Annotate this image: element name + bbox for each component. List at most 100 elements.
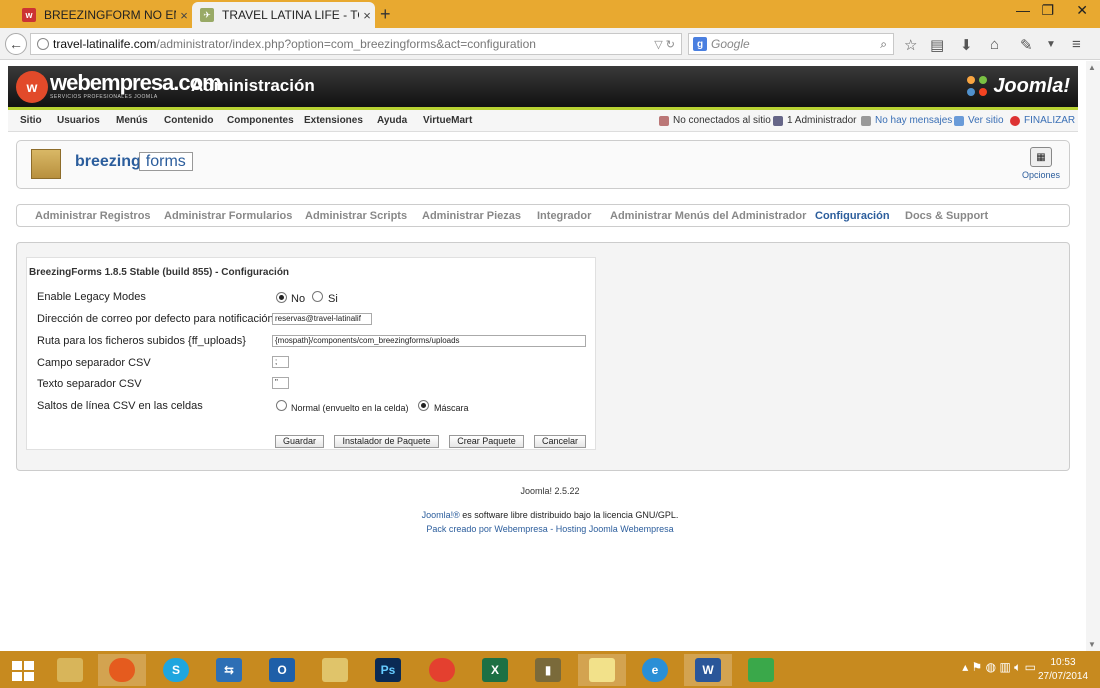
menu-extensiones[interactable]: Extensiones <box>304 115 363 126</box>
uploads-path-field[interactable]: {mospath}/components/com_breezingforms/u… <box>272 335 586 347</box>
taskbar-firefox[interactable] <box>98 654 146 686</box>
scroll-up-icon[interactable]: ▲ <box>1088 63 1096 72</box>
joomla-logo-text: Joomla! <box>993 74 1070 97</box>
menu-sitio[interactable]: Sitio <box>20 115 42 126</box>
config-title: BreezingForms 1.8.5 Stable (build 855) -… <box>29 267 290 278</box>
close-tab-icon[interactable]: × <box>176 8 192 23</box>
close-window-icon[interactable]: ✕ <box>1076 2 1088 19</box>
options-button[interactable]: ▦ Opciones <box>1021 147 1061 180</box>
view-site-link[interactable]: Ver sitio <box>954 115 1004 126</box>
search-bar[interactable]: g Google ⌕ <box>688 33 894 55</box>
clock-date: 27/07/2014 <box>1038 671 1089 682</box>
reload-icon[interactable]: ▽ ↻ <box>654 38 675 51</box>
taskbar-chrome[interactable] <box>418 654 466 686</box>
menu-usuarios[interactable]: Usuarios <box>57 115 100 126</box>
tab-administrar-scripts[interactable]: Administrar Scripts <box>305 210 407 222</box>
csv-newline-label: Saltos de línea CSV en las celdas <box>37 400 203 412</box>
package-installer-button[interactable]: Instalador de Paquete <box>334 435 439 448</box>
menu-virtuemart[interactable]: VirtueMart <box>423 115 472 126</box>
csv-text-separator-label: Texto separador CSV <box>37 378 142 390</box>
uploads-path-label: Ruta para los ficheros subidos {ff_uploa… <box>37 335 246 347</box>
taskbar-photoshop[interactable]: Ps <box>364 654 412 686</box>
tab-administrar-piezas[interactable]: Administrar Piezas <box>422 210 521 222</box>
webempresa-tagline: SERVICIOS PROFESIONALES JOOMLA <box>50 94 158 100</box>
cancel-button[interactable]: Cancelar <box>534 435 586 448</box>
close-tab-icon[interactable]: × <box>359 8 375 23</box>
menu-contenido[interactable]: Contenido <box>164 115 213 126</box>
new-tab-icon[interactable]: + <box>380 4 391 25</box>
email-field[interactable]: reservas@travel-latinalif <box>272 313 372 325</box>
legacy-no-radio[interactable] <box>276 292 287 303</box>
dropdown-icon[interactable]: ▼ <box>1046 39 1056 50</box>
clipboard-icon[interactable]: ▤ <box>930 36 944 54</box>
tab-integrador[interactable]: Integrador <box>537 210 591 222</box>
credit-link[interactable]: Pack creado por Webempresa - Hosting Joo… <box>0 524 1100 534</box>
system-tray-icons[interactable]: ▴ ⚑ ◍ ▥ 🔈︎ ▭ <box>962 660 1036 675</box>
admin-title: Administración <box>191 76 315 95</box>
windows-start-icon[interactable] <box>12 661 34 681</box>
package-box-icon <box>31 149 61 179</box>
back-arrow-icon[interactable]: ← <box>5 33 27 55</box>
taskbar-excel[interactable]: X <box>471 654 519 686</box>
csv-newline-normal-radio[interactable] <box>276 400 287 411</box>
minimize-icon[interactable]: — <box>1016 2 1030 18</box>
taskbar-stats-app[interactable]: ▮ <box>524 654 572 686</box>
status-messages-text: No hay mensajes <box>875 115 953 126</box>
joomla-mark-icon <box>967 76 988 96</box>
home-icon[interactable]: ⌂ <box>990 36 999 53</box>
tab-administrar-registros[interactable]: Administrar Registros <box>35 210 151 222</box>
page-scrollbar[interactable]: ▲ ▼ <box>1086 61 1100 651</box>
taskbar-skype[interactable]: S <box>152 654 200 686</box>
view-site-text: Ver sitio <box>968 115 1004 126</box>
photoshop-icon: Ps <box>375 658 401 682</box>
create-package-button[interactable]: Crear Paquete <box>449 435 524 448</box>
taskbar-ie[interactable]: e <box>631 654 679 686</box>
browser-tab-travel-latina[interactable]: ✈ TRAVEL LATINA LIFE - TO... × <box>192 2 375 28</box>
logout-link[interactable]: FINALIZAR <box>1010 115 1075 126</box>
extension-icon[interactable]: ✎ <box>1020 36 1033 54</box>
csv-newline-mask-radio[interactable] <box>418 400 429 411</box>
browser-tab-breezingform[interactable]: w BREEZINGFORM NO ENVIA... × <box>14 2 192 28</box>
save-button[interactable]: Guardar <box>275 435 324 448</box>
url-bar[interactable]: travel-latinalife.com/administrator/inde… <box>30 33 682 55</box>
taskbar-folder[interactable] <box>578 654 626 686</box>
menu-hamburger-icon[interactable]: ≡ <box>1072 36 1081 53</box>
taskbar-outlook[interactable]: O <box>258 654 306 686</box>
taskbar-teamviewer[interactable]: ⇆ <box>205 654 253 686</box>
status-messages[interactable]: No hay mensajes <box>861 115 952 126</box>
menu-ayuda[interactable]: Ayuda <box>377 115 407 126</box>
firefox-icon <box>109 658 135 682</box>
legacy-modes-label: Enable Legacy Modes <box>37 291 146 303</box>
taskbar-clock[interactable]: 10:53 27/07/2014 <box>1038 656 1088 684</box>
browser-titlebar: w BREEZINGFORM NO ENVIA... × ✈ TRAVEL LA… <box>0 0 1100 28</box>
status-admins: 1 Administrador <box>773 115 856 126</box>
folder-icon <box>57 658 83 682</box>
taskbar-files[interactable] <box>311 654 359 686</box>
tab-administrar-formularios[interactable]: Administrar Formularios <box>164 210 292 222</box>
legacy-si-radio[interactable] <box>312 291 323 302</box>
taskbar-word[interactable]: W <box>684 654 732 686</box>
tab-docs-support[interactable]: Docs & Support <box>905 210 988 222</box>
power-icon <box>1010 115 1020 126</box>
tab-administrar-menus[interactable]: Administrar Menús del Administrador <box>610 210 806 222</box>
maximize-icon[interactable]: ❐ <box>1041 2 1054 19</box>
menu-componentes[interactable]: Componentes <box>227 115 294 126</box>
options-icon: ▦ <box>1030 147 1052 167</box>
bookmark-star-icon[interactable]: ☆ <box>904 36 917 54</box>
csv-newline-mask-label: Máscara <box>434 403 469 413</box>
search-icon[interactable]: ⌕ <box>880 37 887 52</box>
csv-field-separator-input[interactable]: ; <box>272 356 289 368</box>
scroll-down-icon[interactable]: ▼ <box>1088 640 1096 649</box>
menu-menus[interactable]: Menús <box>116 115 148 126</box>
download-icon[interactable]: ⬇ <box>960 36 973 54</box>
csv-text-separator-input[interactable]: " <box>272 377 289 389</box>
taskbar-app-green[interactable] <box>737 654 785 686</box>
tab-configuracion[interactable]: Configuración <box>815 210 890 222</box>
skype-icon: S <box>163 658 189 682</box>
csv-field-separator-label: Campo separador CSV <box>37 357 151 369</box>
yellow-folder-icon <box>589 658 615 682</box>
travel-favicon-icon: ✈ <box>200 8 214 22</box>
joomla-link[interactable]: Joomla!® <box>422 510 460 520</box>
joomla-header: w webempresa.com SERVICIOS PROFESIONALES… <box>8 66 1078 110</box>
taskbar-explorer[interactable] <box>46 654 94 686</box>
